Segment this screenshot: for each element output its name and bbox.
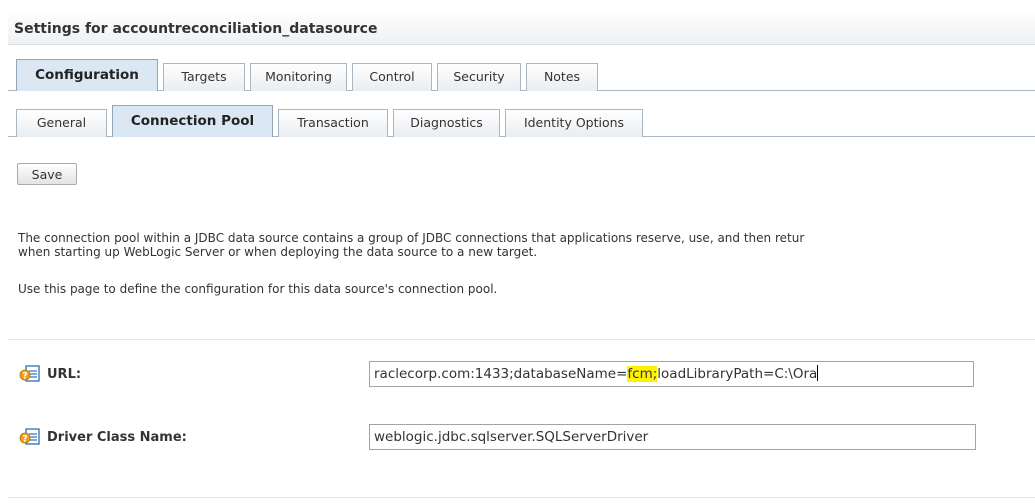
url-value-start: raclecorp.com:1433;databaseName= [374, 366, 628, 382]
sub-tabs: General Connection Pool Transaction Diag… [8, 101, 1035, 137]
page-title: Settings for accountreconciliation_datas… [14, 21, 378, 37]
url-value-highlight: fcm; [627, 366, 658, 382]
save-button[interactable]: Save [17, 163, 77, 185]
svg-text:?: ? [22, 435, 27, 445]
tab-general[interactable]: General [16, 109, 107, 137]
section-divider [8, 339, 1035, 340]
help-icon[interactable]: ? [19, 364, 41, 384]
text-cursor [817, 365, 819, 381]
tab-transaction[interactable]: Transaction [278, 109, 388, 137]
tab-notes[interactable]: Notes [526, 63, 598, 91]
tab-monitoring[interactable]: Monitoring [250, 63, 347, 91]
tab-security[interactable]: Security [437, 63, 521, 91]
driver-class-input[interactable]: weblogic.jdbc.sqlserver.SQLServerDriver [369, 424, 976, 450]
tab-identity-options[interactable]: Identity Options [505, 109, 643, 137]
section-divider-bottom [8, 497, 1035, 498]
help-icon[interactable]: ? [19, 427, 41, 447]
url-label-text: URL: [47, 366, 82, 382]
url-value-end: loadLibraryPath=C:\Ora [657, 366, 818, 382]
url-input[interactable]: raclecorp.com:1433;databaseName=fcm;load… [369, 361, 974, 387]
url-label: ? URL: [19, 364, 81, 384]
page-header: Settings for accountreconciliation_datas… [8, 14, 1035, 45]
description-usage: Use this page to define the configuratio… [18, 282, 498, 296]
description-text: The connection pool within a JDBC data s… [18, 231, 1035, 259]
tab-diagnostics[interactable]: Diagnostics [393, 109, 500, 137]
description-line-1: The connection pool within a JDBC data s… [18, 231, 805, 245]
driver-label-text: Driver Class Name: [47, 429, 187, 445]
driver-label: ? Driver Class Name: [19, 427, 187, 447]
tab-configuration[interactable]: Configuration [16, 59, 158, 91]
tab-control[interactable]: Control [352, 63, 432, 91]
main-tabs: Configuration Targets Monitoring Control… [8, 56, 1035, 91]
tab-connection-pool[interactable]: Connection Pool [112, 105, 273, 137]
svg-text:?: ? [22, 372, 27, 382]
tab-targets[interactable]: Targets [163, 63, 245, 91]
description-line-2: when starting up WebLogic Server or when… [18, 245, 538, 259]
